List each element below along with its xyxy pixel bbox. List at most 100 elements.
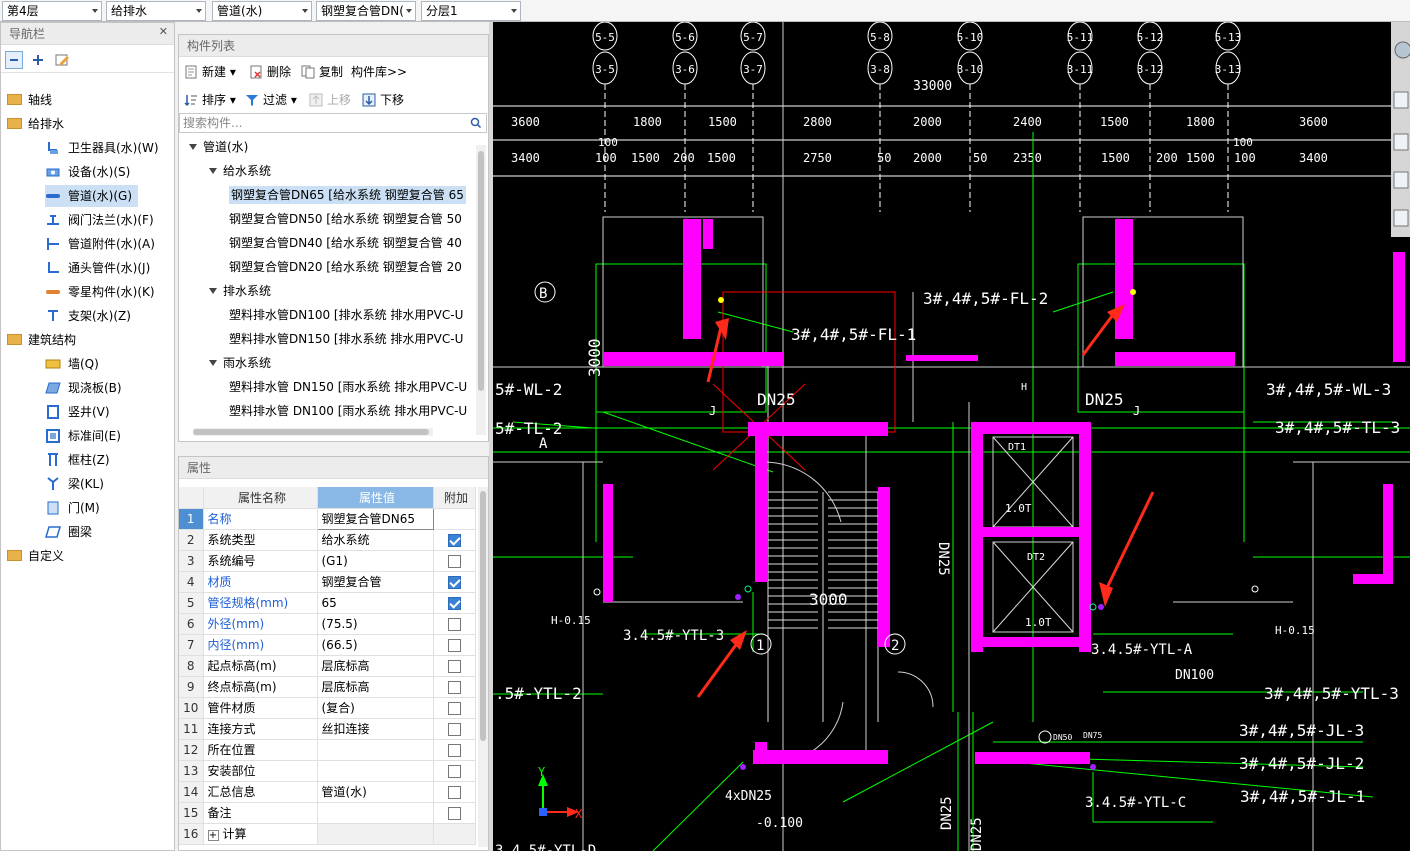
property-row[interactable]: 16 + 计算 bbox=[179, 823, 476, 845]
tree-item[interactable]: 塑料排水管DN150 [排水系统 排水用PVC-U bbox=[229, 327, 476, 351]
property-row[interactable]: 12 所在位置 bbox=[179, 739, 476, 761]
tree-item[interactable]: 塑料排水管 DN100 [雨水系统 排水用PVC-U bbox=[229, 399, 476, 423]
component-hscrollbar[interactable] bbox=[193, 428, 433, 436]
property-value[interactable]: (75.5) bbox=[317, 613, 434, 635]
tree-item[interactable]: 塑料排水管 DN150 [雨水系统 排水用PVC-U bbox=[229, 375, 476, 399]
edit-icon[interactable] bbox=[53, 51, 71, 69]
nav-item-9[interactable]: 支架(水)(Z) bbox=[45, 305, 131, 327]
nav-item-18[interactable]: 圈梁 bbox=[45, 521, 92, 543]
property-row[interactable]: 15 备注 bbox=[179, 802, 476, 824]
expand-icon[interactable] bbox=[29, 51, 47, 69]
nav-group-0[interactable]: 轴线 bbox=[7, 89, 52, 111]
properties-scrollbar[interactable] bbox=[478, 487, 488, 847]
checkbox[interactable] bbox=[447, 743, 461, 757]
tree-item[interactable]: 钢塑复合管DN65 [给水系统 钢塑复合管 65 bbox=[229, 183, 476, 207]
cad-viewport[interactable]: 5-5 3-5 5-6 3-6 5-7 3-7 5-8 3-8 5-10 3-10 5-11 3-11… bbox=[493, 22, 1410, 851]
tree-item[interactable]: 钢塑复合管DN20 [给水系统 钢塑复合管 20 bbox=[229, 255, 476, 279]
nav-item-6[interactable]: 管道附件(水)(A) bbox=[45, 233, 155, 255]
nav-group-1[interactable]: 给排水 bbox=[7, 113, 64, 135]
hscrollbar-thumb[interactable] bbox=[193, 429, 429, 435]
scrollbar-thumb[interactable] bbox=[480, 491, 486, 741]
checkbox-checked[interactable] bbox=[447, 575, 461, 589]
move-down-button[interactable]: 下移 bbox=[362, 87, 404, 113]
checkbox[interactable] bbox=[447, 554, 461, 568]
checkbox[interactable] bbox=[447, 764, 461, 778]
component-search-input[interactable]: 搜索构件... bbox=[179, 113, 487, 133]
checkbox[interactable] bbox=[447, 680, 461, 694]
scrollbar-thumb[interactable] bbox=[478, 151, 484, 391]
property-value[interactable] bbox=[317, 802, 434, 824]
component-scrollbar[interactable] bbox=[476, 145, 486, 435]
checkbox-checked[interactable] bbox=[447, 596, 461, 610]
nav-item-16[interactable]: 梁(KL) bbox=[45, 473, 104, 495]
property-value[interactable]: 丝扣连接 bbox=[317, 718, 434, 740]
nav-group-19[interactable]: 自定义 bbox=[7, 545, 64, 567]
view-toolbar[interactable] bbox=[1391, 22, 1410, 237]
property-row[interactable]: 9 终点标高(m) 层底标高 bbox=[179, 676, 476, 698]
nav-item-5[interactable]: 阀门法兰(水)(F) bbox=[45, 209, 154, 231]
property-value[interactable]: (66.5) bbox=[317, 634, 434, 656]
property-row[interactable]: 14 汇总信息 管道(水) bbox=[179, 781, 476, 803]
tree-item[interactable]: 钢塑复合管DN50 [给水系统 钢塑复合管 50 bbox=[229, 207, 476, 231]
checkbox[interactable] bbox=[447, 806, 461, 820]
nav-item-15[interactable]: 框柱(Z) bbox=[45, 449, 110, 471]
checkbox[interactable] bbox=[447, 638, 461, 652]
layer-select[interactable]: 分层1 bbox=[421, 1, 521, 21]
property-value[interactable] bbox=[317, 823, 434, 845]
checkbox[interactable] bbox=[447, 659, 461, 673]
floor-select[interactable]: 第4层 bbox=[2, 1, 102, 21]
checkbox[interactable] bbox=[447, 701, 461, 715]
property-row[interactable]: 2 系统类型 给水系统 bbox=[179, 529, 476, 551]
filter-button[interactable]: 过滤 ▾ bbox=[245, 87, 297, 113]
property-row[interactable]: 3 系统编号 (G1) bbox=[179, 550, 476, 572]
property-value[interactable]: 给水系统 bbox=[317, 529, 434, 551]
nav-item-2[interactable]: 卫生器具(水)(W) bbox=[45, 137, 159, 159]
sort-button[interactable]: 排序 ▾ bbox=[184, 87, 236, 113]
nav-item-17[interactable]: 门(M) bbox=[45, 497, 100, 519]
property-row[interactable]: 11 连接方式 丝扣连接 bbox=[179, 718, 476, 740]
property-row[interactable]: 5 管径规格(mm) 65 bbox=[179, 592, 476, 614]
property-value[interactable] bbox=[317, 760, 434, 782]
nav-item-12[interactable]: 现浇板(B) bbox=[45, 377, 122, 399]
tree-item[interactable]: 塑料排水管DN100 [排水系统 排水用PVC-U bbox=[229, 303, 476, 327]
nav-group-10[interactable]: 建筑结构 bbox=[7, 329, 76, 351]
type-select[interactable]: 管道(水) bbox=[212, 1, 312, 21]
library-button[interactable]: 构件库>> bbox=[351, 59, 407, 85]
property-row[interactable]: 8 起点标高(m) 层底标高 bbox=[179, 655, 476, 677]
property-row[interactable]: 4 材质 钢塑复合管 bbox=[179, 571, 476, 593]
property-row[interactable]: 7 内径(mm) (66.5) bbox=[179, 634, 476, 656]
tree-item[interactable]: 钢塑复合管DN40 [给水系统 钢塑复合管 40 bbox=[229, 231, 476, 255]
discipline-select[interactable]: 给排水 bbox=[106, 1, 206, 21]
checkbox[interactable] bbox=[447, 617, 461, 631]
property-row[interactable]: 13 安装部位 bbox=[179, 760, 476, 782]
move-up-button[interactable]: 上移 bbox=[309, 87, 351, 113]
property-row[interactable]: 10 管件材质 (复合) bbox=[179, 697, 476, 719]
property-value[interactable]: 层底标高 bbox=[317, 655, 434, 677]
new-button[interactable]: 新建 ▾ bbox=[184, 59, 236, 85]
checkbox[interactable] bbox=[447, 785, 461, 799]
property-value[interactable]: 钢塑复合管 bbox=[317, 571, 434, 593]
cad-drawing[interactable]: 5-5 3-5 5-6 3-6 5-7 3-7 5-8 3-8 5-10 3-10 5-11 3-11… bbox=[493, 22, 1410, 851]
nav-item-14[interactable]: 标准间(E) bbox=[45, 425, 121, 447]
property-value[interactable]: 65 bbox=[317, 592, 434, 614]
tree-group[interactable]: 给水系统 bbox=[209, 159, 271, 183]
nav-item-11[interactable]: 墙(Q) bbox=[45, 353, 99, 375]
property-value[interactable]: 层底标高 bbox=[317, 676, 434, 698]
expand-icon[interactable]: + bbox=[207, 830, 219, 841]
checkbox[interactable] bbox=[447, 722, 461, 736]
property-row[interactable]: 6 外径(mm) (75.5) bbox=[179, 613, 476, 635]
copy-button[interactable]: 复制 bbox=[301, 59, 343, 85]
close-icon[interactable]: ✕ bbox=[159, 25, 168, 38]
property-value[interactable]: (G1) bbox=[317, 550, 434, 572]
nav-item-13[interactable]: 竖井(V) bbox=[45, 401, 110, 423]
property-value[interactable]: (复合) bbox=[317, 697, 434, 719]
property-value[interactable]: 钢塑复合管DN65 bbox=[316, 507, 434, 530]
tree-group[interactable]: 排水系统 bbox=[209, 279, 271, 303]
tree-group[interactable]: 管道(水) bbox=[189, 135, 248, 159]
nav-item-7[interactable]: 通头管件(水)(J) bbox=[45, 257, 150, 279]
property-value[interactable]: 管道(水) bbox=[317, 781, 434, 803]
nav-item-4[interactable]: 管道(水)(G) bbox=[45, 185, 139, 207]
component-select[interactable]: 钢塑复合管DN( bbox=[316, 1, 416, 21]
property-row[interactable]: 1 名称 钢塑复合管DN65 bbox=[179, 507, 476, 530]
nav-item-8[interactable]: 零星构件(水)(K) bbox=[45, 281, 155, 303]
